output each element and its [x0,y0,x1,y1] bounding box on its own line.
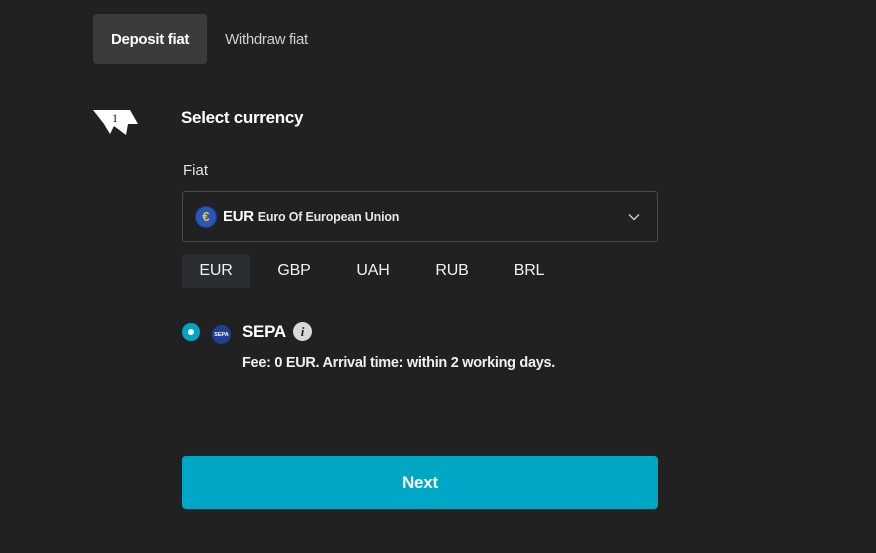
radio-selected-dot [188,329,194,335]
fiat-label: Fiat [183,162,209,179]
selected-currency-code: EUR [223,208,254,225]
euro-icon: € [195,205,217,228]
chevron-down-icon [628,214,640,221]
currency-chip-uah[interactable]: UAH [338,254,408,288]
info-icon[interactable]: i [293,322,312,341]
step-number: 1 [112,111,118,125]
currency-chip-gbp[interactable]: GBP [250,254,338,288]
currency-chip-rub[interactable]: RUB [408,254,496,288]
sepa-logo: SEPA [212,325,231,344]
currency-chip-eur[interactable]: EUR [182,254,250,288]
payment-method-name: SEPA [242,322,286,341]
fiat-currency-select[interactable]: € EUR Euro Of European Union [182,191,658,242]
selected-currency-name: Euro Of European Union [257,209,400,224]
currency-chip-brl[interactable]: BRL [496,254,562,288]
step-title: Select currency [181,108,304,127]
fiat-tabs: Deposit fiat Withdraw fiat [93,14,326,64]
payment-method-description: Fee: 0 EUR. Arrival time: within 2 worki… [242,355,556,371]
deposit-fiat-page: Deposit fiat Withdraw fiat 1 Select curr… [0,0,876,553]
next-button[interactable]: Next [182,456,658,509]
sepa-radio-button[interactable] [182,323,200,341]
tab-deposit-fiat[interactable]: Deposit fiat [93,14,208,64]
tab-withdraw-fiat[interactable]: Withdraw fiat [207,14,326,64]
quick-currency-list: EUR GBP UAH RUB BRL [182,254,562,288]
